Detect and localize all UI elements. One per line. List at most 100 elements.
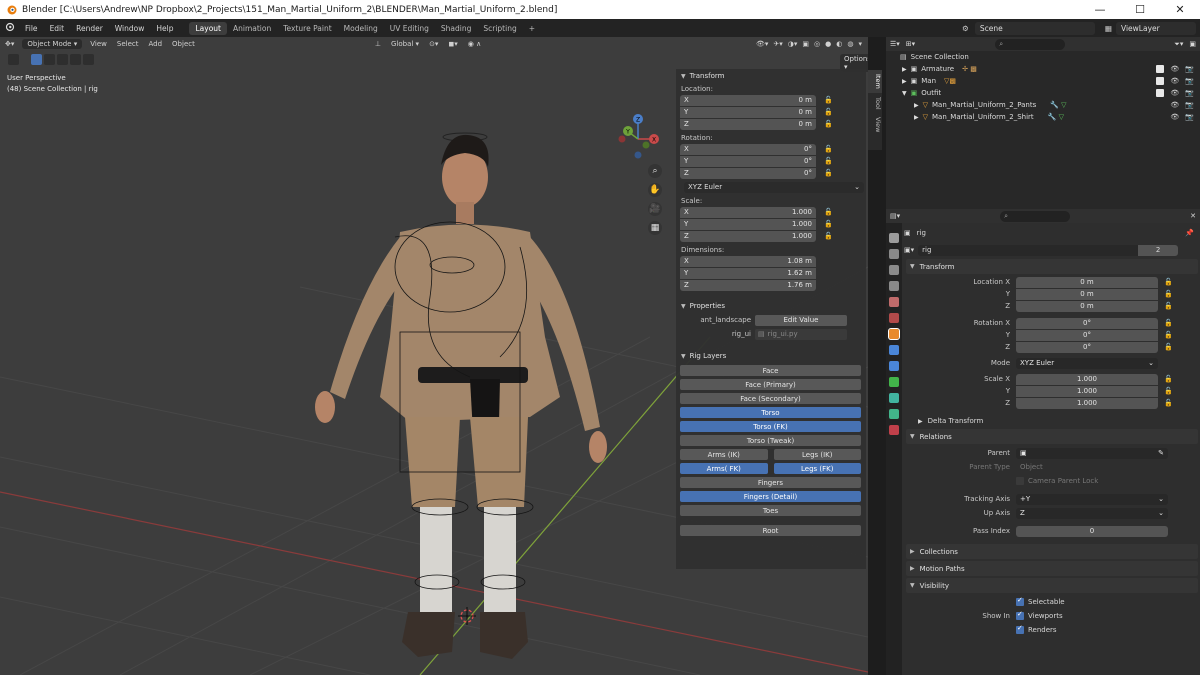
layer-fingers-button[interactable]: Fingers bbox=[680, 477, 861, 488]
shading-rendered-icon[interactable]: ◍ bbox=[847, 40, 853, 48]
menu-file[interactable]: File bbox=[19, 24, 44, 33]
expand-arrow-icon[interactable]: ▶ bbox=[914, 102, 919, 109]
close-icon[interactable]: ✕ bbox=[1190, 212, 1196, 220]
layer-legs-ik-button[interactable]: Legs (IK) bbox=[773, 449, 861, 460]
visibility-icon[interactable]: 👁▾ bbox=[756, 40, 768, 48]
select-invert-icon[interactable] bbox=[70, 54, 81, 65]
view-layer-icon[interactable]: ▦ bbox=[1105, 24, 1112, 33]
rotation-z-field[interactable]: Z 0° bbox=[680, 167, 816, 179]
outliner-search-input[interactable]: ⌕ bbox=[995, 38, 1066, 50]
lock-icon[interactable]: 🔓 bbox=[1164, 387, 1173, 395]
zoom-icon[interactable]: ⌕ bbox=[648, 164, 662, 178]
layer-torso-tweak-button[interactable]: Torso (Tweak) bbox=[680, 435, 861, 446]
maximize-button[interactable]: ☐ bbox=[1120, 0, 1160, 19]
location-x-field[interactable]: X 0 m bbox=[680, 94, 816, 106]
rotation-y-field[interactable]: Y 0° bbox=[680, 155, 816, 167]
prop-scale-x-field[interactable]: 1.000 bbox=[1016, 373, 1158, 385]
navigation-gizmo[interactable]: Z X Y bbox=[610, 109, 666, 165]
layer-arms-ik-button[interactable]: Arms (IK) bbox=[680, 449, 768, 460]
delta-transform-header[interactable]: ▶ Delta Transform bbox=[904, 415, 1200, 427]
menu-window[interactable]: Window bbox=[109, 24, 151, 33]
editor-type-icon[interactable]: ▤▾ bbox=[890, 212, 900, 220]
camera-icon[interactable]: 📷 bbox=[1185, 89, 1194, 97]
viewports-checkbox[interactable] bbox=[1016, 610, 1024, 620]
expand-arrow-icon[interactable]: ▶ bbox=[902, 78, 907, 85]
sidebar-tab-tool[interactable]: Tool bbox=[868, 93, 882, 114]
world-tab-icon[interactable] bbox=[889, 313, 899, 323]
add-workspace-button[interactable]: + bbox=[523, 22, 541, 35]
texture-tab-icon[interactable] bbox=[889, 425, 899, 435]
scene-tab-icon[interactable] bbox=[889, 297, 899, 307]
dimensions-x-field[interactable]: X 1.08 m bbox=[680, 255, 816, 267]
lock-icon[interactable]: 🔓 bbox=[1164, 399, 1173, 407]
tracking-axis-dropdown[interactable]: +Y ⌄ bbox=[1016, 493, 1168, 505]
up-axis-dropdown[interactable]: Z ⌄ bbox=[1016, 507, 1168, 519]
layer-legs-fk-button[interactable]: Legs (FK) bbox=[773, 463, 861, 474]
lock-icon[interactable]: 🔓 bbox=[1164, 375, 1173, 383]
eye-icon[interactable]: 👁 bbox=[1170, 101, 1179, 109]
outliner-item-man[interactable]: ▶ ▣ Man ▽▩ 👁 📷 bbox=[886, 75, 1200, 87]
editor-type-icon[interactable]: ☰▾ bbox=[890, 40, 900, 48]
motion-paths-section-header[interactable]: ▶ Motion Paths bbox=[906, 561, 1198, 576]
scene-selector-icon[interactable]: ⚙ bbox=[962, 24, 969, 33]
close-button[interactable]: ✕ bbox=[1160, 0, 1200, 19]
gizmo-toggle-icon[interactable]: ✈▾ bbox=[773, 40, 782, 48]
transform-orientation-dropdown[interactable]: Global ▾ bbox=[386, 40, 424, 48]
pan-hand-icon[interactable]: ✋ bbox=[648, 183, 662, 197]
eyedropper-icon[interactable]: ✎ bbox=[1158, 449, 1164, 457]
overlay-toggle-icon[interactable]: ◑▾ bbox=[788, 40, 798, 48]
lock-icon[interactable]: 🔓 bbox=[1164, 331, 1173, 339]
lock-icon[interactable]: 🔓 bbox=[824, 157, 834, 165]
xray-icon[interactable]: ▣ bbox=[802, 40, 809, 48]
include-checkbox[interactable] bbox=[1156, 89, 1165, 97]
constraints-tab-icon[interactable] bbox=[889, 393, 899, 403]
prop-location-z-field[interactable]: 0 m bbox=[1016, 300, 1158, 312]
eye-icon[interactable]: 👁 bbox=[1170, 65, 1179, 73]
properties-search-input[interactable]: ⌕ bbox=[1000, 210, 1071, 222]
shading-solid-icon[interactable]: ● bbox=[825, 40, 831, 48]
shading-material-icon[interactable]: ◐ bbox=[836, 40, 842, 48]
prop-rotation-z-field[interactable]: 0° bbox=[1016, 341, 1158, 353]
workspace-tab-modeling[interactable]: Modeling bbox=[338, 22, 384, 35]
outliner-item-pants[interactable]: ▶ ▽ Man_Martial_Uniform_2_Pants 🔧 ▽ 👁 📷 bbox=[886, 99, 1200, 111]
layer-root-button[interactable]: Root bbox=[680, 525, 861, 536]
layer-torso-button[interactable]: Torso bbox=[680, 407, 861, 418]
menu-view[interactable]: View bbox=[85, 40, 112, 48]
lock-icon[interactable]: 🔓 bbox=[824, 169, 834, 177]
lock-icon[interactable]: 🔓 bbox=[1164, 343, 1173, 351]
include-checkbox[interactable] bbox=[1156, 77, 1165, 85]
data-tab-icon[interactable] bbox=[889, 409, 899, 419]
outliner-item-outfit[interactable]: ▼ ▣ Outfit 👁 📷 bbox=[886, 87, 1200, 99]
eye-icon[interactable]: 👁 bbox=[1170, 89, 1179, 97]
view-layer-selector[interactable]: ViewLayer bbox=[1116, 21, 1196, 35]
camera-icon[interactable]: 📷 bbox=[1185, 101, 1194, 109]
edit-value-button[interactable]: Edit Value bbox=[755, 314, 847, 326]
view-layer-tab-icon[interactable] bbox=[889, 281, 899, 291]
location-z-field[interactable]: Z 0 m bbox=[680, 118, 816, 130]
physics-tab-icon[interactable] bbox=[889, 377, 899, 387]
display-mode-icon[interactable]: ⊞▾ bbox=[906, 40, 915, 48]
prop-scale-z-field[interactable]: 1.000 bbox=[1016, 397, 1158, 409]
properties-panel-header[interactable]: ▼ Properties bbox=[676, 299, 866, 313]
outliner-item-armature[interactable]: ▶ ▣ Armature ✢ ▩ 👁 📷 bbox=[886, 63, 1200, 75]
workspace-tab-texture-paint[interactable]: Texture Paint bbox=[277, 22, 337, 35]
prop-rotation-y-field[interactable]: 0° bbox=[1016, 329, 1158, 341]
menu-add[interactable]: Add bbox=[143, 40, 167, 48]
prop-scale-y-field[interactable]: 1.000 bbox=[1016, 385, 1158, 397]
sidebar-tab-item[interactable]: Item bbox=[868, 70, 882, 93]
include-checkbox[interactable] bbox=[1156, 65, 1165, 73]
scene-selector[interactable]: Scene bbox=[974, 21, 1095, 35]
expand-arrow-icon[interactable]: ▶ bbox=[914, 114, 919, 121]
prop-rotation-x-field[interactable]: 0° bbox=[1016, 317, 1158, 329]
pass-index-field[interactable]: 0 bbox=[1016, 525, 1168, 537]
menu-render[interactable]: Render bbox=[70, 24, 109, 33]
select-extend-icon[interactable] bbox=[44, 54, 55, 65]
select-new-icon[interactable] bbox=[31, 54, 42, 65]
eye-icon[interactable]: 👁 bbox=[1170, 77, 1179, 85]
scene-collection-row[interactable]: ▤ Scene Collection bbox=[886, 51, 1200, 63]
prop-location-x-field[interactable]: 0 m bbox=[1016, 276, 1158, 288]
transform-section-header[interactable]: ▼ Transform bbox=[906, 259, 1198, 274]
lock-icon[interactable]: 🔓 bbox=[1164, 290, 1173, 298]
lock-icon[interactable]: 🔓 bbox=[1164, 302, 1173, 310]
pin-icon[interactable]: 📌 bbox=[1185, 229, 1194, 237]
